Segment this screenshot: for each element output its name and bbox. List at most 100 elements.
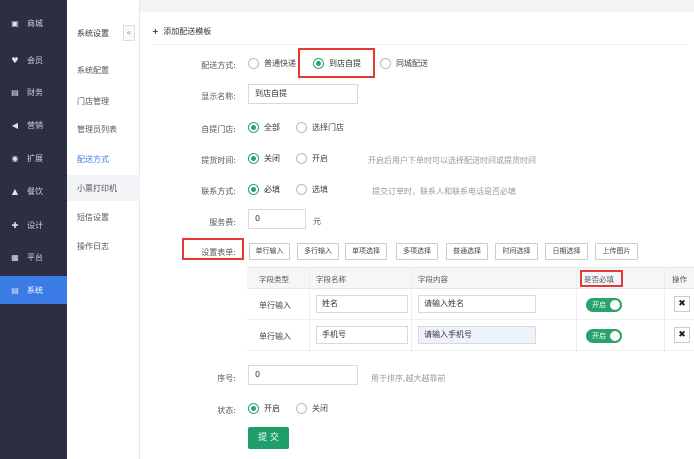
nav-label: 设计 (27, 220, 43, 230)
radio-label: 全部 (264, 123, 280, 132)
th-action: 操作 (672, 275, 687, 284)
divider (152, 44, 688, 45)
radio-circle (248, 153, 259, 164)
field-btn-single[interactable]: 单行输入 (249, 243, 290, 260)
subnav-item-delivery[interactable]: 配送方式 (67, 146, 140, 172)
table-row: 单行输入 姓名 请输入姓名 开启 ✖ (247, 289, 694, 320)
highlight-box (298, 48, 375, 78)
subnav-item-store-manage[interactable]: 门店管理 (67, 88, 140, 114)
field-btn-select[interactable]: 普通选择 (446, 243, 488, 260)
page-title-text: 添加配送模板 (163, 27, 212, 36)
radio-status-on[interactable]: 开启 (248, 403, 280, 414)
main-content: + 添加配送模板 配送方式: 普通快递 到店自提 同城配送 显示名称: 到店自提… (140, 0, 694, 459)
delete-icon[interactable]: ✖ (674, 327, 690, 343)
cell-content-input[interactable]: 请输入姓名 (418, 295, 536, 313)
subnav-item-log[interactable]: 操作日志 (67, 233, 140, 259)
nav-item-member[interactable]: ♥ 会员 (0, 46, 67, 74)
store-label: 自提门店: (201, 125, 236, 134)
catering-icon: ▲ (11, 186, 19, 196)
main-nav: ▣ 商城 ♥ 会员 ▤ 财务 ◀ 营销 ◉ 扩展 ▲ 餐饮 ✚ 设计 ▦ 平台 (0, 0, 67, 459)
nav-label: 会员 (27, 55, 43, 65)
display-name-label: 显示名称: (201, 92, 236, 101)
subnav-item-admin-list[interactable]: 管理员列表 (67, 116, 140, 142)
field-btn-date[interactable]: 日期选择 (545, 243, 588, 260)
highlight-box (182, 238, 244, 260)
subnav-item-printer[interactable]: 小票打印机 (67, 175, 140, 201)
radio-label: 关闭 (264, 154, 280, 163)
field-btn-multi[interactable]: 多行输入 (297, 243, 339, 260)
fee-input[interactable]: 0 (248, 209, 306, 229)
table-row: 单行输入 手机号 请输入手机号 开启 ✖ (247, 320, 694, 351)
radio-time-on[interactable]: 开启 (296, 153, 328, 164)
store-icon: ▣ (11, 18, 19, 28)
plus-icon: + (152, 27, 159, 36)
radio-circle (296, 184, 307, 195)
heart-icon: ♥ (11, 55, 19, 65)
radio-circle (248, 58, 259, 69)
highlight-box (580, 270, 623, 287)
radio-store-all[interactable]: 全部 (248, 122, 280, 133)
contact-hint: 提交订单时，联系人和联系电话是否必填 (372, 187, 516, 196)
radio-express[interactable]: 普通快递 (248, 58, 296, 69)
subnav-item-sms[interactable]: 短信设置 (67, 204, 140, 230)
subnav-item-system-config[interactable]: 系统配置 (67, 57, 140, 83)
nav-item-extend[interactable]: ◉ 扩展 (0, 144, 67, 172)
radio-label: 普通快递 (264, 59, 296, 68)
radio-contact-optional[interactable]: 选填 (296, 184, 328, 195)
delete-icon[interactable]: ✖ (674, 296, 690, 312)
nav-item-design[interactable]: ✚ 设计 (0, 211, 67, 239)
sort-label: 序号: (217, 374, 236, 383)
system-icon: ▤ (11, 285, 19, 295)
nav-item-catering[interactable]: ▲ 餐饮 (0, 177, 67, 205)
nav-item-mall[interactable]: ▣ 商城 (0, 9, 67, 37)
radio-time-off[interactable]: 关闭 (248, 153, 280, 164)
fee-unit: 元 (313, 217, 321, 226)
display-name-input[interactable]: 到店自提 (248, 84, 358, 104)
radio-circle (296, 403, 307, 414)
radio-city[interactable]: 同城配送 (380, 58, 428, 69)
radio-circle (248, 403, 259, 414)
column-divider (664, 267, 665, 352)
radio-label: 必填 (264, 185, 280, 194)
radio-contact-required[interactable]: 必填 (248, 184, 280, 195)
sort-input[interactable]: 0 (248, 365, 358, 385)
nav-label: 平台 (27, 252, 43, 262)
status-label: 状态: (217, 406, 236, 415)
radio-label: 开启 (264, 404, 280, 413)
radio-circle (248, 184, 259, 195)
megaphone-icon: ◀ (11, 120, 19, 130)
field-btn-radio[interactable]: 单项选择 (345, 243, 387, 260)
column-divider (576, 267, 577, 352)
toggle-label: 开启 (592, 332, 606, 340)
table-header: 字段类型 字段名称 字段内容 是否必填 操作 (247, 267, 694, 289)
th-name: 字段名称 (316, 275, 346, 284)
radio-circle (296, 122, 307, 133)
nav-item-finance[interactable]: ▤ 财务 (0, 78, 67, 106)
collapse-icon[interactable]: « (123, 25, 135, 41)
contact-label: 联系方式: (201, 187, 236, 196)
toggle-knob (610, 300, 620, 310)
secondary-nav: 系统设置 « 系统配置 门店管理 管理员列表 配送方式 小票打印机 短信设置 操… (67, 0, 140, 459)
radio-label: 选填 (312, 185, 328, 194)
required-toggle[interactable]: 开启 (586, 329, 622, 343)
nav-item-platform[interactable]: ▦ 平台 (0, 243, 67, 271)
cell-name-input[interactable]: 手机号 (316, 326, 408, 344)
grid-icon: ▦ (11, 252, 19, 262)
radio-status-off[interactable]: 关闭 (296, 403, 328, 414)
submit-button[interactable]: 提 交 (248, 427, 289, 449)
field-btn-time[interactable]: 时间选择 (495, 243, 538, 260)
secondary-nav-header: 系统设置 « (67, 22, 140, 44)
required-toggle[interactable]: 开启 (586, 298, 622, 312)
field-btn-upload[interactable]: 上传图片 (595, 243, 638, 260)
field-btn-checkbox[interactable]: 多项选择 (396, 243, 438, 260)
delivery-label: 配送方式: (201, 61, 236, 70)
cell-name-input[interactable]: 姓名 (316, 295, 408, 313)
radio-store-select[interactable]: 选择门店 (296, 122, 344, 133)
nav-item-marketing[interactable]: ◀ 营销 (0, 111, 67, 139)
fee-label: 服务费: (209, 218, 236, 227)
nav-label: 餐饮 (27, 186, 43, 196)
nav-label: 系统 (27, 285, 43, 295)
cell-content-input[interactable]: 请输入手机号 (418, 326, 536, 344)
pickup-time-hint: 开启后用户下单时可以选择配送时间或提货时间 (368, 156, 536, 165)
nav-item-system[interactable]: ▤ 系统 (0, 276, 67, 304)
